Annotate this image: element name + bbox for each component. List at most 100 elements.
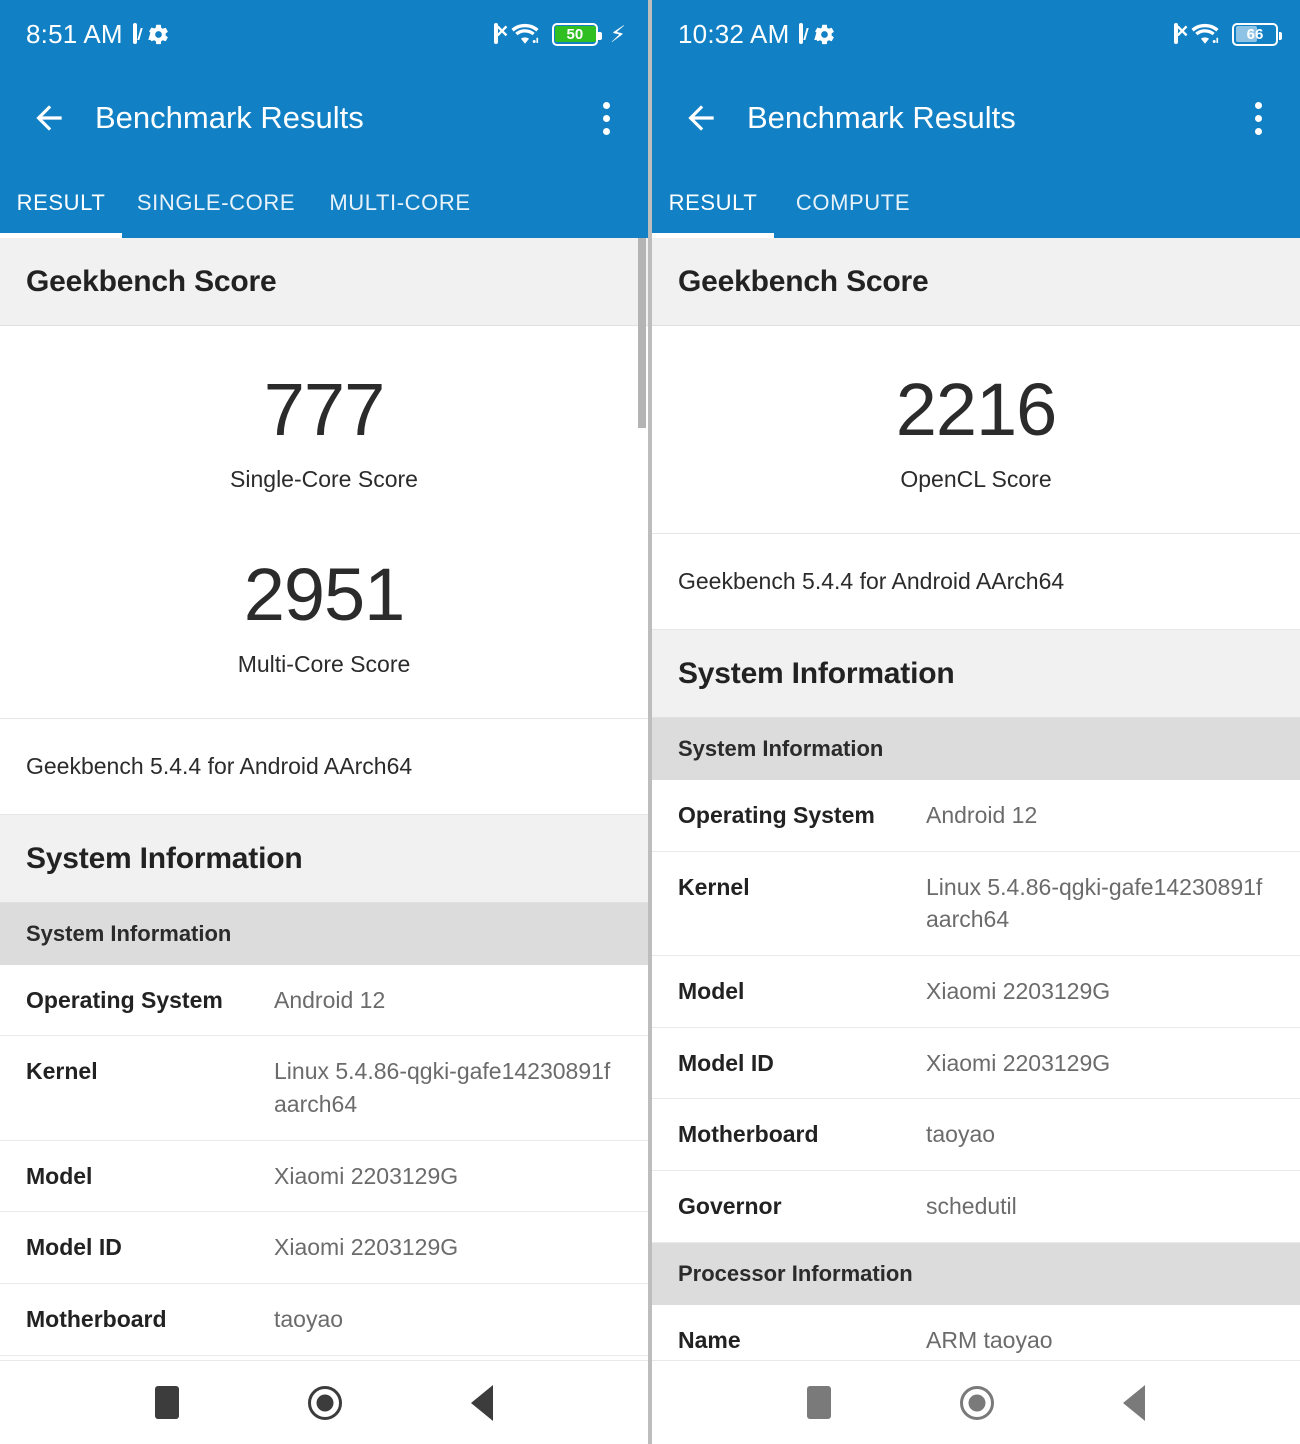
row-key: Model bbox=[26, 1162, 93, 1189]
row-value: Xiaomi 2203129G bbox=[926, 1047, 1274, 1080]
score-label: Single-Core Score bbox=[230, 465, 418, 492]
overflow-menu-icon[interactable] bbox=[1254, 101, 1262, 135]
status-bar-left: 10:32 AM bbox=[678, 19, 836, 50]
status-bar-right: 66 bbox=[1174, 22, 1282, 46]
status-bar-clock: 10:32 AM bbox=[678, 18, 790, 49]
tab-single-core[interactable]: SINGLE-CORE bbox=[122, 168, 310, 238]
geekbench-score-section-header: Geekbench Score bbox=[652, 238, 1300, 326]
section-title: Geekbench Score bbox=[26, 265, 277, 298]
tab-result[interactable]: RESULT bbox=[0, 168, 122, 238]
group-header: System Information bbox=[0, 902, 648, 965]
android-navigation-bar bbox=[652, 1360, 1300, 1444]
row-value-line1: Linux 5.4.86-qgki-gafe14230891f bbox=[274, 1058, 611, 1085]
square-recents-icon[interactable] bbox=[806, 1386, 831, 1419]
circle-home-icon[interactable] bbox=[959, 1385, 994, 1420]
back-arrow-icon[interactable] bbox=[30, 99, 68, 137]
row-key: Kernel bbox=[26, 1058, 98, 1085]
table-row: Model ID Xiaomi 2203129G bbox=[0, 1212, 648, 1285]
row-value: taoyao bbox=[926, 1118, 1274, 1151]
row-value-line1: Xiaomi 2203129G bbox=[274, 1234, 459, 1261]
row-value: Android 12 bbox=[274, 984, 622, 1017]
status-bar-left: 8:51 AM bbox=[26, 19, 170, 50]
row-value: Xiaomi 2203129G bbox=[274, 1231, 622, 1264]
vertical-scrollbar[interactable] bbox=[638, 238, 646, 428]
row-key: Operating System bbox=[678, 801, 875, 828]
row-value-line1: schedutil bbox=[926, 1192, 1017, 1219]
row-value: Android 12 bbox=[926, 799, 1274, 832]
table-row: Name ARM taoyao bbox=[652, 1304, 1300, 1360]
row-key: Model ID bbox=[26, 1234, 122, 1261]
page-title: Benchmark Results bbox=[95, 100, 364, 135]
charging-bolt-icon: ⚡ bbox=[609, 20, 626, 47]
row-key: Kernel bbox=[678, 873, 750, 900]
row-value-line1: Linux 5.4.86-qgki-gafe14230891f bbox=[926, 873, 1263, 900]
score-value: 2951 bbox=[243, 552, 406, 636]
table-row: Motherboard taoyao bbox=[0, 1284, 648, 1356]
triangle-back-icon[interactable] bbox=[1123, 1384, 1146, 1421]
table-row: Model Xiaomi 2203129G bbox=[0, 1140, 648, 1213]
score-block: 777 Single-Core Score 2951 Multi-Core Score bbox=[0, 326, 648, 718]
phone-screen-left: 8:51 AM 50 ⚡ Benchmark Results RESULT SINGLE-… bbox=[0, 0, 648, 1444]
row-value-line1: Xiaomi 2203129G bbox=[274, 1162, 459, 1189]
circle-home-icon[interactable] bbox=[307, 1385, 342, 1420]
battery-indicator: 50 bbox=[551, 22, 602, 46]
tab-label: SINGLE-CORE bbox=[136, 190, 296, 215]
triangle-back-icon[interactable] bbox=[471, 1384, 494, 1421]
row-value: Linux 5.4.86-qgki-gafe14230891f aarch64 bbox=[926, 871, 1274, 936]
tab-result[interactable]: RESULT bbox=[652, 168, 774, 238]
score-label: Multi-Core Score bbox=[237, 650, 411, 677]
scroll-content[interactable]: Geekbench Score 777 Single-Core Score 2951 M… bbox=[0, 238, 648, 1360]
score-value: 777 bbox=[263, 368, 385, 451]
table-row: Motherboard taoyao bbox=[652, 1099, 1300, 1171]
row-key: Model bbox=[678, 977, 745, 1004]
wifi-icon bbox=[1191, 23, 1219, 45]
status-bar: 8:51 AM 50 ⚡ bbox=[0, 0, 648, 68]
row-value: Xiaomi 2203129G bbox=[926, 975, 1274, 1008]
status-bar: 10:32 AM 66 bbox=[652, 0, 1300, 68]
back-arrow-icon[interactable] bbox=[682, 99, 720, 137]
group-header: System Information bbox=[652, 717, 1300, 780]
page-title: Benchmark Results bbox=[747, 100, 1016, 135]
battery-indicator: 66 bbox=[1232, 22, 1282, 46]
table-row: Kernel Linux 5.4.86-qgki-gafe14230891f aar… bbox=[0, 1036, 648, 1141]
status-bar-right: 50 ⚡ bbox=[493, 20, 626, 47]
phone-screen-right: 10:32 AM 66 Benchmark Results RESULT COMPUTE… bbox=[652, 0, 1300, 1444]
row-key: Name bbox=[678, 1326, 741, 1353]
score-spacer bbox=[0, 493, 648, 555]
row-key: Governor bbox=[678, 1192, 782, 1219]
gear-icon bbox=[813, 23, 836, 46]
row-key: Operating System bbox=[26, 986, 223, 1013]
row-value: ARM taoyao bbox=[926, 1324, 1274, 1357]
app-bar: Benchmark Results bbox=[652, 68, 1300, 168]
scroll-content[interactable]: Geekbench Score 2216 OpenCL Score Geekbench… bbox=[652, 238, 1300, 1360]
tab-bar: RESULT SINGLE-CORE MULTI-CORE bbox=[0, 168, 648, 238]
row-value-line1: taoyao bbox=[274, 1306, 344, 1333]
table-row: Operating System Android 12 bbox=[0, 964, 648, 1037]
row-value: schedutil bbox=[926, 1190, 1274, 1223]
overflow-menu-icon[interactable] bbox=[602, 101, 610, 135]
table-row: Operating System Android 12 bbox=[652, 779, 1300, 852]
square-recents-icon[interactable] bbox=[154, 1386, 179, 1419]
row-value-line1: Xiaomi 2203129G bbox=[926, 1049, 1111, 1076]
section-title: System Information bbox=[26, 841, 303, 875]
geekbench-version-row: Geekbench 5.4.4 for Android AArch64 bbox=[652, 532, 1300, 630]
tab-bar: RESULT COMPUTE bbox=[652, 168, 1300, 238]
group-header: Processor Information bbox=[652, 1242, 1300, 1305]
row-key: Model ID bbox=[678, 1049, 774, 1076]
tab-multi-core[interactable]: MULTI-CORE bbox=[310, 168, 490, 238]
row-value-line2: aarch64 bbox=[274, 1091, 358, 1118]
row-value: Linux 5.4.86-qgki-gafe14230891f aarch64 bbox=[274, 1055, 622, 1120]
row-value-line2: aarch64 bbox=[926, 906, 1010, 933]
battery-percent-label: 66 bbox=[1246, 25, 1264, 43]
table-row: Model Xiaomi 2203129G bbox=[652, 955, 1300, 1028]
table-row: Kernel Linux 5.4.86-qgki-gafe14230891f aar… bbox=[652, 851, 1300, 956]
gear-icon bbox=[147, 23, 170, 46]
row-value: Xiaomi 2203129G bbox=[274, 1160, 622, 1193]
tab-compute[interactable]: COMPUTE bbox=[774, 168, 932, 238]
row-value-line1: Xiaomi 2203129G bbox=[926, 977, 1111, 1004]
status-bar-clock: 8:51 AM bbox=[26, 18, 123, 49]
battery-percent-label: 50 bbox=[566, 25, 584, 43]
tab-label: RESULT bbox=[668, 190, 758, 215]
row-value: taoyao bbox=[274, 1303, 622, 1336]
score-value: 2216 bbox=[895, 368, 1058, 451]
